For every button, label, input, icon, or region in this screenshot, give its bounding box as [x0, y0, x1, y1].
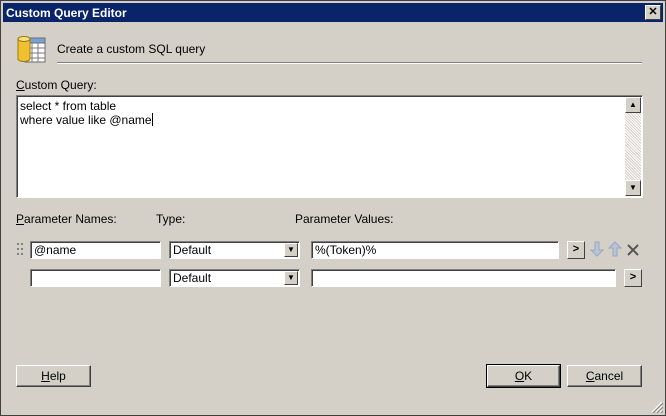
parameter-type-select-1[interactable]: Default ▼: [169, 241, 300, 259]
parameter-type-value-1: Default: [173, 243, 212, 257]
database-table-icon: [17, 36, 46, 63]
query-line-2: where value like @name: [20, 113, 152, 127]
drag-grip-icon[interactable]: [17, 243, 23, 255]
text-caret: [151, 113, 153, 126]
custom-query-editor-window: Custom Query Editor ✕ Create a custom SQ…: [0, 0, 666, 416]
parameter-values-label: Parameter Values:: [295, 212, 394, 226]
ok-button[interactable]: OK: [486, 364, 561, 388]
help-button[interactable]: Help: [16, 365, 91, 387]
header-text: Create a custom SQL query: [57, 42, 206, 56]
parameter-value-builder-button-2[interactable]: >: [624, 269, 642, 287]
scroll-down-button[interactable]: ▼: [625, 180, 641, 196]
resize-grip-icon[interactable]: [651, 401, 663, 413]
delete-row-icon[interactable]: [626, 242, 640, 258]
close-icon: ✕: [648, 6, 658, 18]
parameter-value-input-1[interactable]: %(Token)%: [311, 241, 559, 259]
chevron-down-icon[interactable]: ▼: [284, 271, 298, 285]
header-divider: [57, 62, 642, 64]
type-label: Type:: [156, 212, 186, 226]
cancel-button[interactable]: Cancel: [567, 365, 642, 387]
scroll-up-arrow-icon: ▲: [629, 100, 637, 109]
custom-query-textarea[interactable]: select * from table where value like @na…: [16, 95, 643, 198]
scroll-up-button[interactable]: ▲: [625, 97, 641, 113]
title-bar: Custom Query Editor ✕: [3, 3, 663, 22]
parameter-value-input-2[interactable]: [311, 269, 616, 287]
scroll-down-arrow-icon: ▼: [629, 183, 637, 192]
window-title: Custom Query Editor: [6, 6, 127, 20]
parameter-names-label: Parameter Names:: [16, 212, 117, 226]
query-scrollbar[interactable]: ▲ ▼: [625, 97, 641, 196]
chevron-down-icon[interactable]: ▼: [284, 243, 298, 257]
query-text: select * from table where value like @na…: [20, 99, 153, 127]
parameter-name-input-2[interactable]: [30, 269, 161, 287]
parameter-type-select-2[interactable]: Default ▼: [169, 269, 300, 287]
close-button[interactable]: ✕: [645, 5, 661, 20]
parameter-name-input-1[interactable]: @name: [30, 241, 161, 259]
parameter-type-value-2: Default: [173, 271, 212, 285]
move-up-arrow-icon[interactable]: [608, 241, 622, 257]
parameter-value-builder-button-1[interactable]: >: [567, 241, 585, 259]
move-down-arrow-icon[interactable]: [590, 241, 604, 257]
custom-query-label: Custom Query:: [16, 78, 97, 92]
query-line-1: select * from table: [20, 99, 117, 113]
